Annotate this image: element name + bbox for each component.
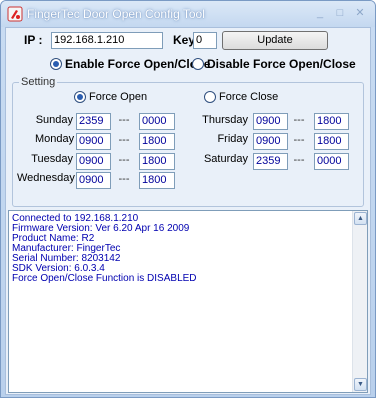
- setting-group-title: Setting: [19, 76, 58, 88]
- day-label-thursday: Thursday: [202, 114, 248, 126]
- force-open-label: Force Open: [89, 91, 148, 103]
- maximize-button[interactable]: □: [333, 7, 347, 19]
- app-window: FingerTec Door Open Config Tool _ □ ✕ IP…: [0, 0, 376, 398]
- scroll-down-icon[interactable]: ▼: [354, 378, 367, 391]
- key-input[interactable]: 0: [193, 32, 217, 49]
- force-close-label: Force Close: [219, 91, 279, 103]
- title-bar[interactable]: FingerTec Door Open Config Tool _ □ ✕: [1, 1, 375, 27]
- wednesday-start-input[interactable]: 0900: [76, 172, 111, 189]
- separator: ---: [118, 134, 130, 146]
- log-scrollbar[interactable]: ▲ ▼: [352, 211, 367, 392]
- minimize-button[interactable]: _: [313, 7, 327, 19]
- day-label-wednesday: Wednesday: [17, 172, 75, 184]
- separator: ---: [118, 173, 130, 185]
- radio-empty-icon: [204, 91, 216, 103]
- sunday-end-input[interactable]: 0000: [139, 113, 175, 130]
- window-title: FingerTec Door Open Config Tool: [27, 7, 205, 21]
- disable-force-label: Disable Force Open/Close: [207, 57, 356, 71]
- separator: ---: [118, 114, 130, 126]
- separator: ---: [293, 154, 305, 166]
- thursday-end-input[interactable]: 1800: [314, 113, 349, 130]
- wednesday-end-input[interactable]: 1800: [139, 172, 175, 189]
- saturday-end-input[interactable]: 0000: [314, 153, 349, 170]
- monday-end-input[interactable]: 1800: [139, 133, 175, 150]
- separator: ---: [118, 154, 130, 166]
- client-area: IP : 192.168.1.210 Key 0 Update Enable F…: [5, 27, 371, 395]
- force-close-radio[interactable]: Force Close: [204, 91, 278, 103]
- radio-empty-icon: [192, 58, 204, 70]
- scroll-up-icon[interactable]: ▲: [354, 212, 367, 225]
- setting-group: Setting Force Open Force Close Sunday 23…: [12, 76, 364, 207]
- sunday-start-input[interactable]: 2359: [76, 113, 111, 130]
- enable-force-radio[interactable]: Enable Force Open/Close: [50, 57, 210, 71]
- separator: ---: [293, 114, 305, 126]
- friday-end-input[interactable]: 1800: [314, 133, 349, 150]
- day-label-monday: Monday: [35, 133, 75, 145]
- separator: ---: [293, 134, 305, 146]
- force-open-radio[interactable]: Force Open: [74, 91, 147, 103]
- day-label-sunday: Sunday: [35, 114, 73, 126]
- log-output[interactable]: Connected to 192.168.1.210 Firmware Vers…: [8, 210, 368, 393]
- key-label: Key: [173, 33, 196, 47]
- friday-start-input[interactable]: 0900: [253, 133, 288, 150]
- tuesday-end-input[interactable]: 1800: [139, 153, 175, 170]
- radio-dot-icon: [74, 91, 86, 103]
- enable-force-label: Enable Force Open/Close: [65, 57, 211, 71]
- update-button[interactable]: Update: [222, 31, 328, 50]
- log-line: Force Open/Close Function is DISABLED: [12, 273, 197, 284]
- day-label-friday: Friday: [217, 133, 248, 145]
- day-label-tuesday: Tuesday: [31, 153, 73, 165]
- disable-force-radio[interactable]: Disable Force Open/Close: [192, 57, 356, 71]
- app-icon: [7, 6, 23, 22]
- saturday-start-input[interactable]: 2359: [253, 153, 288, 170]
- monday-start-input[interactable]: 0900: [76, 133, 111, 150]
- radio-dot-icon: [50, 58, 62, 70]
- tuesday-start-input[interactable]: 0900: [76, 153, 111, 170]
- thursday-start-input[interactable]: 0900: [253, 113, 288, 130]
- ip-input[interactable]: 192.168.1.210: [51, 32, 163, 49]
- day-label-saturday: Saturday: [203, 153, 248, 165]
- close-button[interactable]: ✕: [353, 7, 367, 19]
- ip-label: IP :: [24, 33, 43, 47]
